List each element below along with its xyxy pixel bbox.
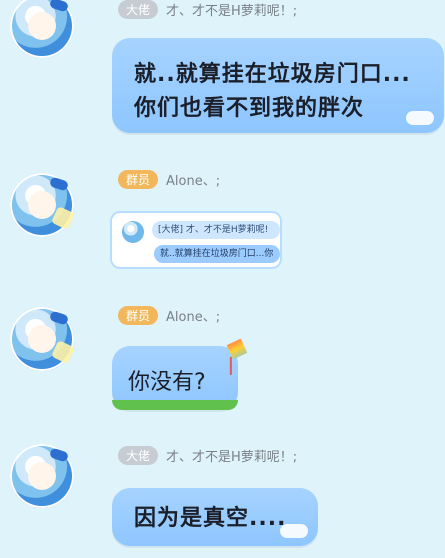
quoted-avatar (122, 221, 144, 243)
avatar-sender-2[interactable] (10, 173, 75, 237)
avatar-bow (48, 447, 70, 463)
message-text-3: 你没有? (128, 370, 206, 395)
quoted-line-1: [大佬] 才、才不是H萝莉呢! (152, 221, 280, 239)
role-badge: 大佬 (118, 0, 159, 19)
avatar-sender-1[interactable] (10, 0, 74, 58)
avatar-bow (48, 0, 70, 13)
message-text-line-1: 就..就算挂在垃圾房门口... (134, 62, 411, 87)
message-bubble-1[interactable]: 就..就算挂在垃圾房门口... 你们也看不到我的胖次 (112, 38, 444, 133)
avatar-face (28, 462, 56, 490)
bubble-grass-decoration (112, 400, 238, 410)
message-bubble-3[interactable]: 你没有? (112, 346, 238, 410)
sender-name: Alone、; (166, 310, 221, 325)
message-meta-3: 群员 Alone、; (118, 306, 220, 325)
sender-name: 才、才不是H萝莉呢！; (166, 450, 298, 465)
message-meta-1: 大佬 才、才不是H萝莉呢！; (118, 0, 297, 19)
role-badge: 群员 (118, 306, 159, 325)
message-meta-4: 大佬 才、才不是H萝莉呢！; (118, 446, 297, 465)
quoted-message-card[interactable]: [大佬] 才、才不是H萝莉呢! 就..就算挂在垃圾房门口...你 (110, 211, 282, 269)
message-bubble-4[interactable]: 因为是真空.... (112, 488, 318, 546)
avatar-face (28, 325, 56, 353)
avatar-sender-4[interactable] (10, 444, 74, 508)
avatar-bow (48, 310, 70, 326)
sender-name: Alone、; (166, 174, 221, 189)
avatar-sender-3[interactable] (10, 307, 75, 371)
role-badge: 大佬 (118, 446, 159, 465)
message-text-line-2: 你们也看不到我的胖次 (134, 96, 365, 121)
message-text-1: 就..就算挂在垃圾房门口... 你们也看不到我的胖次 (134, 58, 434, 126)
avatar-face (28, 12, 56, 40)
avatar-face (28, 191, 56, 219)
message-text-4: 因为是真空.... (134, 506, 287, 531)
message-meta-2: 群员 Alone、; (118, 170, 220, 189)
avatar-bow (48, 176, 70, 192)
role-badge: 群员 (118, 170, 159, 189)
sender-name: 才、才不是H萝莉呢！; (166, 4, 298, 19)
quoted-line-2: 就..就算挂在垃圾房门口...你 (154, 245, 280, 263)
